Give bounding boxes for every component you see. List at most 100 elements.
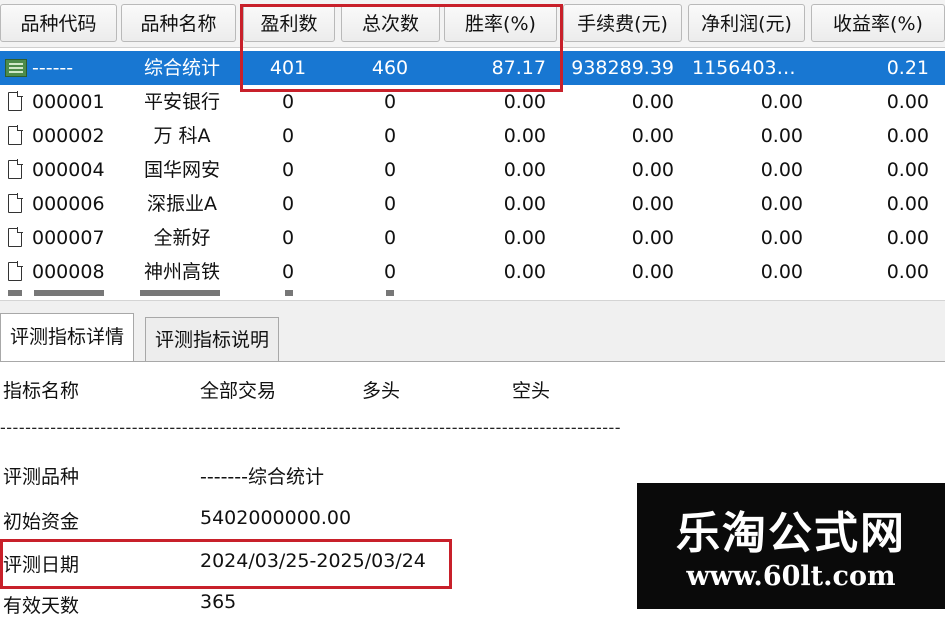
column-header-name[interactable]: 品种名称 [121,4,236,42]
document-icon [8,193,23,213]
summary-grid-icon [5,59,27,77]
watermark-title: 乐淘公式网 [676,508,906,559]
column-header-return[interactable]: 收益率(%) [811,4,945,42]
tab-metric-explanation[interactable]: 评测指标说明 [145,317,280,361]
cell-code: ------ [32,57,74,79]
cell-return: 0.21 [886,57,929,79]
value-valid-days: 365 [200,591,237,613]
table-row[interactable]: 000004 国华网安 0 0 0.00 0.00 0.00 0.00 [0,153,945,187]
value-initial-capital: 5402000000.00 [200,507,352,529]
cell-total: 0 [383,261,397,283]
cell-net-profit: 0.00 [760,91,803,113]
cell-code: 000008 [32,261,105,283]
results-grid: 品种代码 品种名称 盈利数 总次数 胜率(%) 手续费(元) 净利润(元) 收益… [0,0,945,300]
column-header-win-rate[interactable]: 胜率(%) [444,4,557,42]
column-header-fee[interactable]: 手续费(元) [563,4,682,42]
cell-fee: 0.00 [631,91,674,113]
cell-fee: 938289.39 [571,57,674,79]
table-row-summary[interactable]: ------ 综合统计 401 460 87.17 938289.39 1156… [0,51,945,85]
table-row[interactable]: 000001 平安银行 0 0 0.00 0.00 0.00 0.00 [0,85,945,119]
cell-fee: 0.00 [631,159,674,181]
cell-win-rate: 0.00 [503,193,546,215]
table-row[interactable]: 000006 深振业A 0 0 0.00 0.00 0.00 0.00 [0,187,945,221]
dashed-divider: ----------------------------------------… [0,418,622,446]
cell-return: 0.00 [886,193,929,215]
cell-total: 0 [383,227,397,249]
cell-wins: 401 [269,57,307,79]
cell-return: 0.00 [886,125,929,147]
cell-net-profit: 0.00 [760,125,803,147]
cell-win-rate: 0.00 [503,227,546,249]
tab-metric-details[interactable]: 评测指标详情 [0,313,135,363]
cell-wins: 0 [281,193,295,215]
cell-fee: 0.00 [631,227,674,249]
cell-name: 综合统计 [143,57,220,79]
cell-name: 深振业A [147,193,217,215]
table-row[interactable]: 000008 神州高铁 0 0 0.00 0.00 0.00 0.00 [0,255,945,289]
cell-win-rate: 0.00 [503,261,546,283]
table-row[interactable]: 000007 全新好 0 0 0.00 0.00 0.00 0.00 [0,221,945,255]
cell-code: 000004 [32,159,105,181]
cell-net-profit: 0.00 [760,227,803,249]
cell-net-profit: 1156403… [692,57,796,79]
cell-win-rate: 0.00 [503,91,546,113]
cell-name: 国华网安 [143,159,220,181]
table-row[interactable]: 000002 万 科A 0 0 0.00 0.00 0.00 0.00 [0,119,945,153]
label-valid-days: 有效天数 [3,595,80,617]
cell-net-profit: 0.00 [760,261,803,283]
cell-name: 全新好 [153,227,211,249]
cell-return: 0.00 [886,227,929,249]
cell-wins: 0 [281,159,295,181]
watermark-url: www.60lt.com [686,561,896,592]
cell-wins: 0 [281,227,295,249]
cell-total: 0 [383,125,397,147]
cell-win-rate: 87.17 [491,57,546,79]
table-row-clipped [0,290,945,300]
header-metric-name: 指标名称 [3,380,80,402]
column-header-wins[interactable]: 盈利数 [243,4,335,42]
cell-name: 平安银行 [143,91,220,113]
site-watermark: 乐淘公式网 www.60lt.com [637,483,945,609]
cell-code: 000007 [32,227,105,249]
cell-total: 0 [383,91,397,113]
cell-code: 000002 [32,125,105,147]
cell-fee: 0.00 [631,125,674,147]
cell-wins: 0 [281,125,295,147]
header-short: 空头 [512,380,551,402]
column-header-total[interactable]: 总次数 [341,4,440,42]
grid-header: 品种代码 品种名称 盈利数 总次数 胜率(%) 手续费(元) 净利润(元) 收益… [0,0,945,48]
cell-fee: 0.00 [631,261,674,283]
cell-net-profit: 0.00 [760,193,803,215]
cell-wins: 0 [281,261,295,283]
cell-total: 0 [383,159,397,181]
column-header-code[interactable]: 品种代码 [0,4,117,42]
detail-tabs: 评测指标详情 评测指标说明 [0,300,945,363]
document-icon [8,125,23,145]
cell-return: 0.00 [886,91,929,113]
document-icon [8,159,23,179]
cell-win-rate: 0.00 [503,125,546,147]
cell-code: 000006 [32,193,105,215]
column-header-net-profit[interactable]: 净利润(元) [688,4,805,42]
cell-total: 0 [383,193,397,215]
document-icon [8,227,23,247]
cell-total: 460 [371,57,409,79]
cell-wins: 0 [281,91,295,113]
cell-name: 神州高铁 [143,261,220,283]
label-initial-capital: 初始资金 [3,511,80,533]
cell-fee: 0.00 [631,193,674,215]
label-eval-symbol: 评测品种 [3,466,80,488]
label-eval-date: 评测日期 [3,554,80,576]
cell-name: 万 科A [153,125,211,147]
cell-code: 000001 [32,91,105,113]
cell-return: 0.00 [886,159,929,181]
header-all-trades: 全部交易 [200,380,277,402]
document-icon [8,261,23,281]
cell-net-profit: 0.00 [760,159,803,181]
document-icon [8,91,23,111]
cell-win-rate: 0.00 [503,159,546,181]
header-long: 多头 [362,380,401,402]
cell-return: 0.00 [886,261,929,283]
value-eval-date: 2024/03/25-2025/03/24 [200,550,426,572]
value-eval-symbol: -------综合统计 [200,466,324,488]
